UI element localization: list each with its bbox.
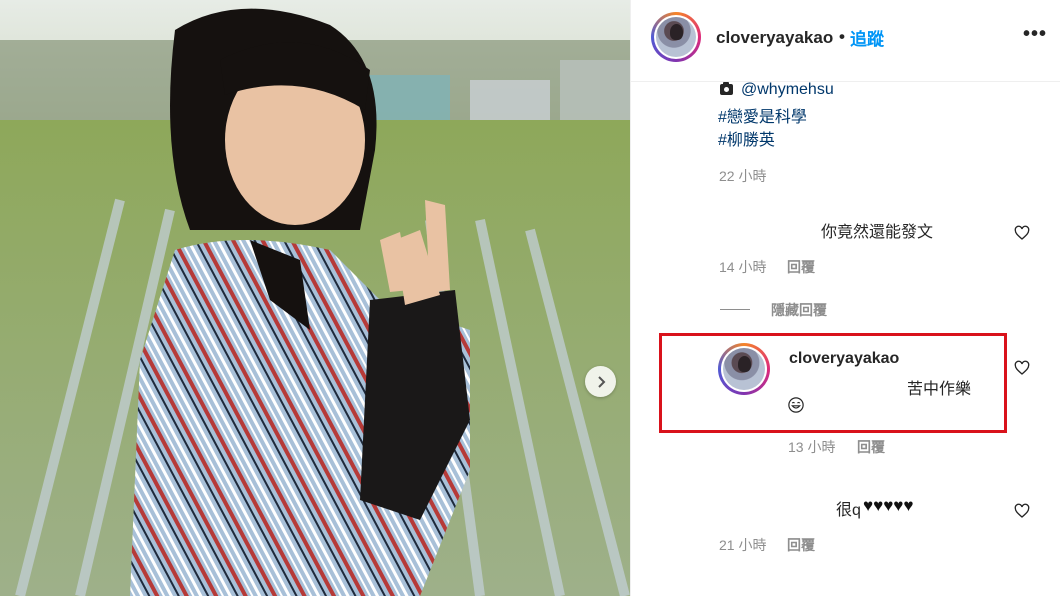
comment-timestamp: 14 小時: [719, 259, 767, 275]
post-header: cloveryayakao • 追蹤 •••: [631, 0, 1060, 82]
camera-icon: [720, 82, 733, 95]
post-sidebar: cloveryayakao • 追蹤 ••• @whymehsu #戀愛是科學 …: [630, 0, 1060, 596]
post-photo: [0, 0, 630, 596]
comment-text: 很q: [836, 502, 861, 519]
heart-icon[interactable]: [1014, 225, 1030, 241]
follow-button[interactable]: 追蹤: [850, 25, 884, 50]
heart-emojis: ♥♥♥♥♥: [863, 496, 914, 515]
photo-illustration: [0, 0, 630, 596]
highlight-box: [659, 333, 1007, 433]
comment-timestamp: 21 小時: [719, 537, 767, 553]
hashtag-link[interactable]: #柳勝英: [718, 126, 775, 150]
avatar[interactable]: [651, 12, 701, 62]
heart-icon[interactable]: [1014, 360, 1030, 376]
comment-text: 你竟然還能發文: [821, 224, 934, 241]
photo-credit-link[interactable]: @whymehsu: [741, 81, 834, 99]
instagram-post-view: cloveryayakao • 追蹤 ••• @whymehsu #戀愛是科學 …: [0, 0, 1060, 596]
heart-icon[interactable]: [1014, 503, 1030, 519]
caption-timestamp: 22 小時: [719, 168, 767, 184]
reply-button[interactable]: 回覆: [787, 257, 815, 277]
chevron-right-icon: [597, 375, 605, 388]
more-icon[interactable]: •••: [1023, 23, 1047, 46]
next-photo-button[interactable]: [585, 366, 616, 397]
reply-button[interactable]: 回覆: [787, 535, 815, 555]
post-username[interactable]: cloveryayakao: [716, 28, 833, 48]
reply-button[interactable]: 回覆: [857, 437, 885, 457]
separator-dot: •: [839, 27, 845, 46]
hashtag-link[interactable]: #戀愛是科學: [718, 103, 807, 127]
hide-replies-button[interactable]: 隱藏回覆: [771, 300, 827, 320]
reply-timestamp: 13 小時: [788, 439, 836, 455]
replies-divider: [720, 309, 750, 310]
